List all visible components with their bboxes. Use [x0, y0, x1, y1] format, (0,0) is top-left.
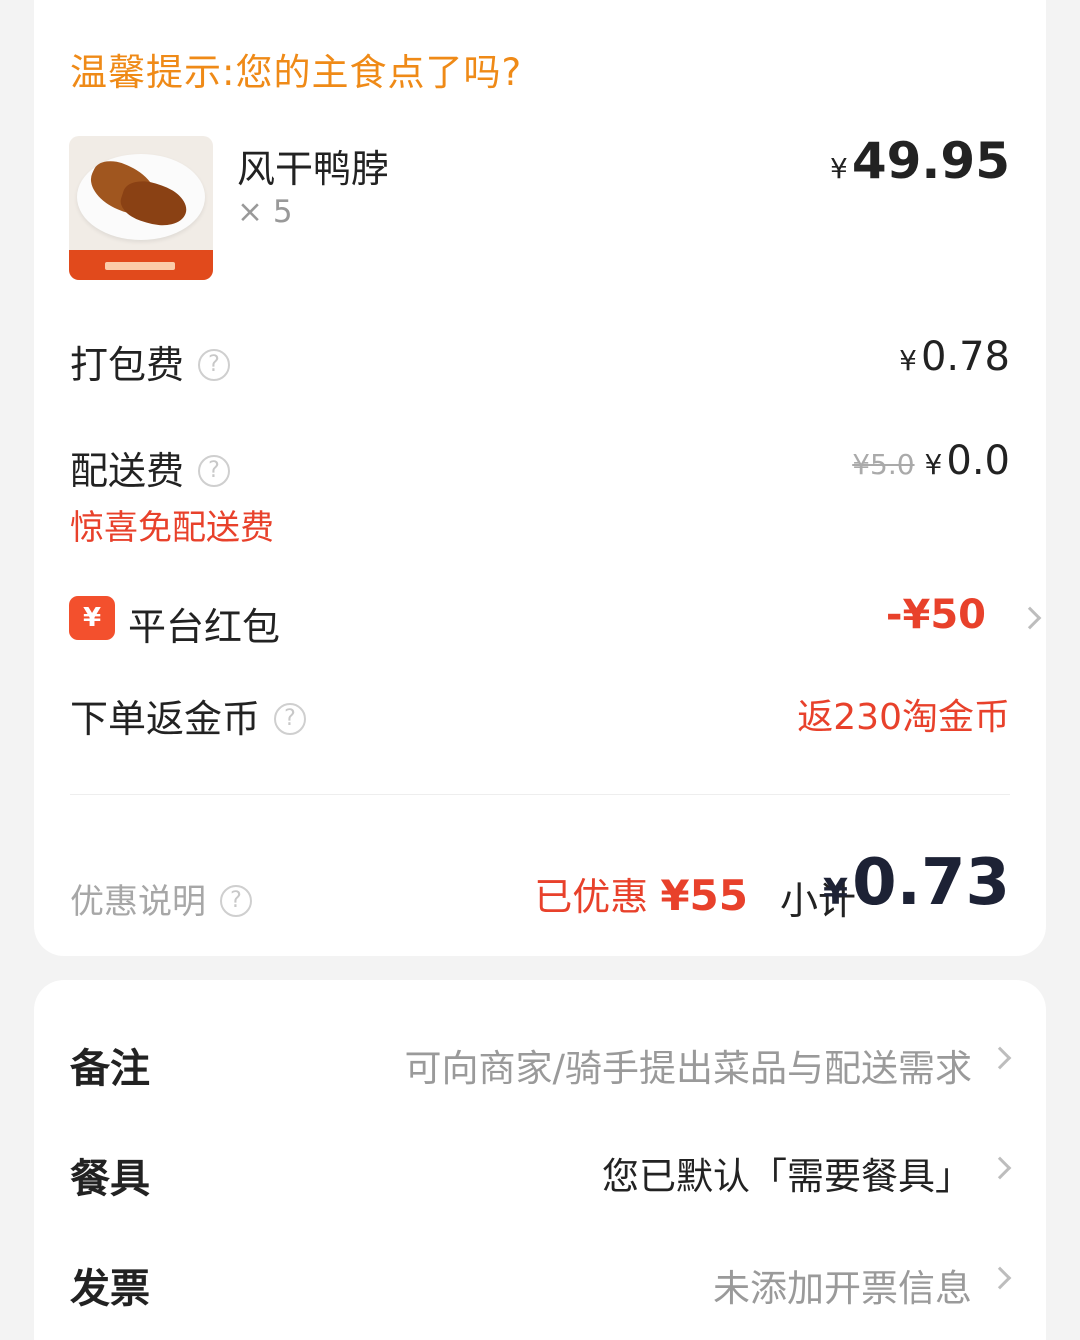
currency-symbol: ¥	[924, 448, 943, 481]
remark-label[interactable]: 备注	[70, 1036, 150, 1094]
order-summary-card: 温馨提示:您的主食点了吗? 风干鸭脖 × 5 ¥49.95 打包费? ¥0.78…	[34, 0, 1046, 956]
packaging-fee-value: ¥0.78	[899, 334, 1010, 380]
help-icon[interactable]: ?	[220, 884, 252, 917]
divider	[70, 794, 1010, 795]
delivery-fee-row: 配送费?	[70, 440, 231, 495]
item-quantity: × 5	[237, 194, 293, 230]
coins-label: 下单返金币	[70, 697, 261, 741]
currency-symbol: ¥	[830, 152, 848, 185]
red-packet-label[interactable]: 平台红包	[128, 596, 280, 651]
red-packet-value[interactable]: -¥50	[886, 592, 986, 638]
chevron-right-icon[interactable]	[1018, 606, 1042, 630]
saved-amount: 已优惠 ¥55	[534, 866, 748, 921]
staple-tip: 温馨提示:您的主食点了吗?	[70, 51, 523, 94]
currency-symbol: ¥	[823, 872, 849, 913]
original-delivery-fee: ¥5.0	[852, 448, 915, 481]
help-icon[interactable]: ?	[198, 348, 231, 381]
chevron-right-icon[interactable]	[988, 1046, 1012, 1070]
red-packet-icon: ¥	[69, 596, 115, 640]
item-name: 风干鸭脖	[237, 147, 390, 191]
packaging-fee-label: 打包费	[70, 343, 185, 387]
food-image[interactable]	[69, 136, 213, 280]
invoice-value[interactable]: 未添加开票信息	[713, 1258, 972, 1312]
saved-prefix: 已优惠	[534, 875, 649, 919]
saved-value: ¥55	[660, 871, 748, 920]
free-delivery-promo: 惊喜免配送费	[70, 508, 274, 548]
chevron-right-icon[interactable]	[988, 1266, 1012, 1290]
help-icon[interactable]: ?	[198, 454, 231, 487]
subtotal-value: ¥0.73	[823, 846, 1010, 920]
cutlery-value[interactable]: 您已默认「需要餐具」	[602, 1146, 972, 1200]
currency-symbol: ¥	[899, 344, 917, 377]
item-price-value: 49.95	[851, 132, 1010, 190]
delivery-fee-label: 配送费	[70, 449, 185, 493]
coins-row: 下单返金币?	[70, 688, 307, 743]
order-options-card: 备注 可向商家/骑手提出菜品与配送需求 餐具 您已默认「需要餐具」 发票 未添加…	[34, 980, 1046, 1340]
promo-explanation[interactable]: 优惠说明?	[70, 874, 252, 923]
delivery-fee-value: ¥5.0 ¥0.0	[852, 438, 1010, 484]
coins-value: 返230淘金币	[797, 697, 1010, 738]
item-price: ¥49.95	[830, 132, 1010, 190]
invoice-label[interactable]: 发票	[70, 1256, 150, 1314]
chevron-right-icon[interactable]	[988, 1156, 1012, 1180]
help-icon[interactable]: ?	[274, 702, 307, 735]
remark-value[interactable]: 可向商家/骑手提出菜品与配送需求	[405, 1038, 972, 1092]
packaging-fee-row: 打包费?	[70, 334, 231, 389]
cutlery-label[interactable]: 餐具	[70, 1146, 150, 1204]
